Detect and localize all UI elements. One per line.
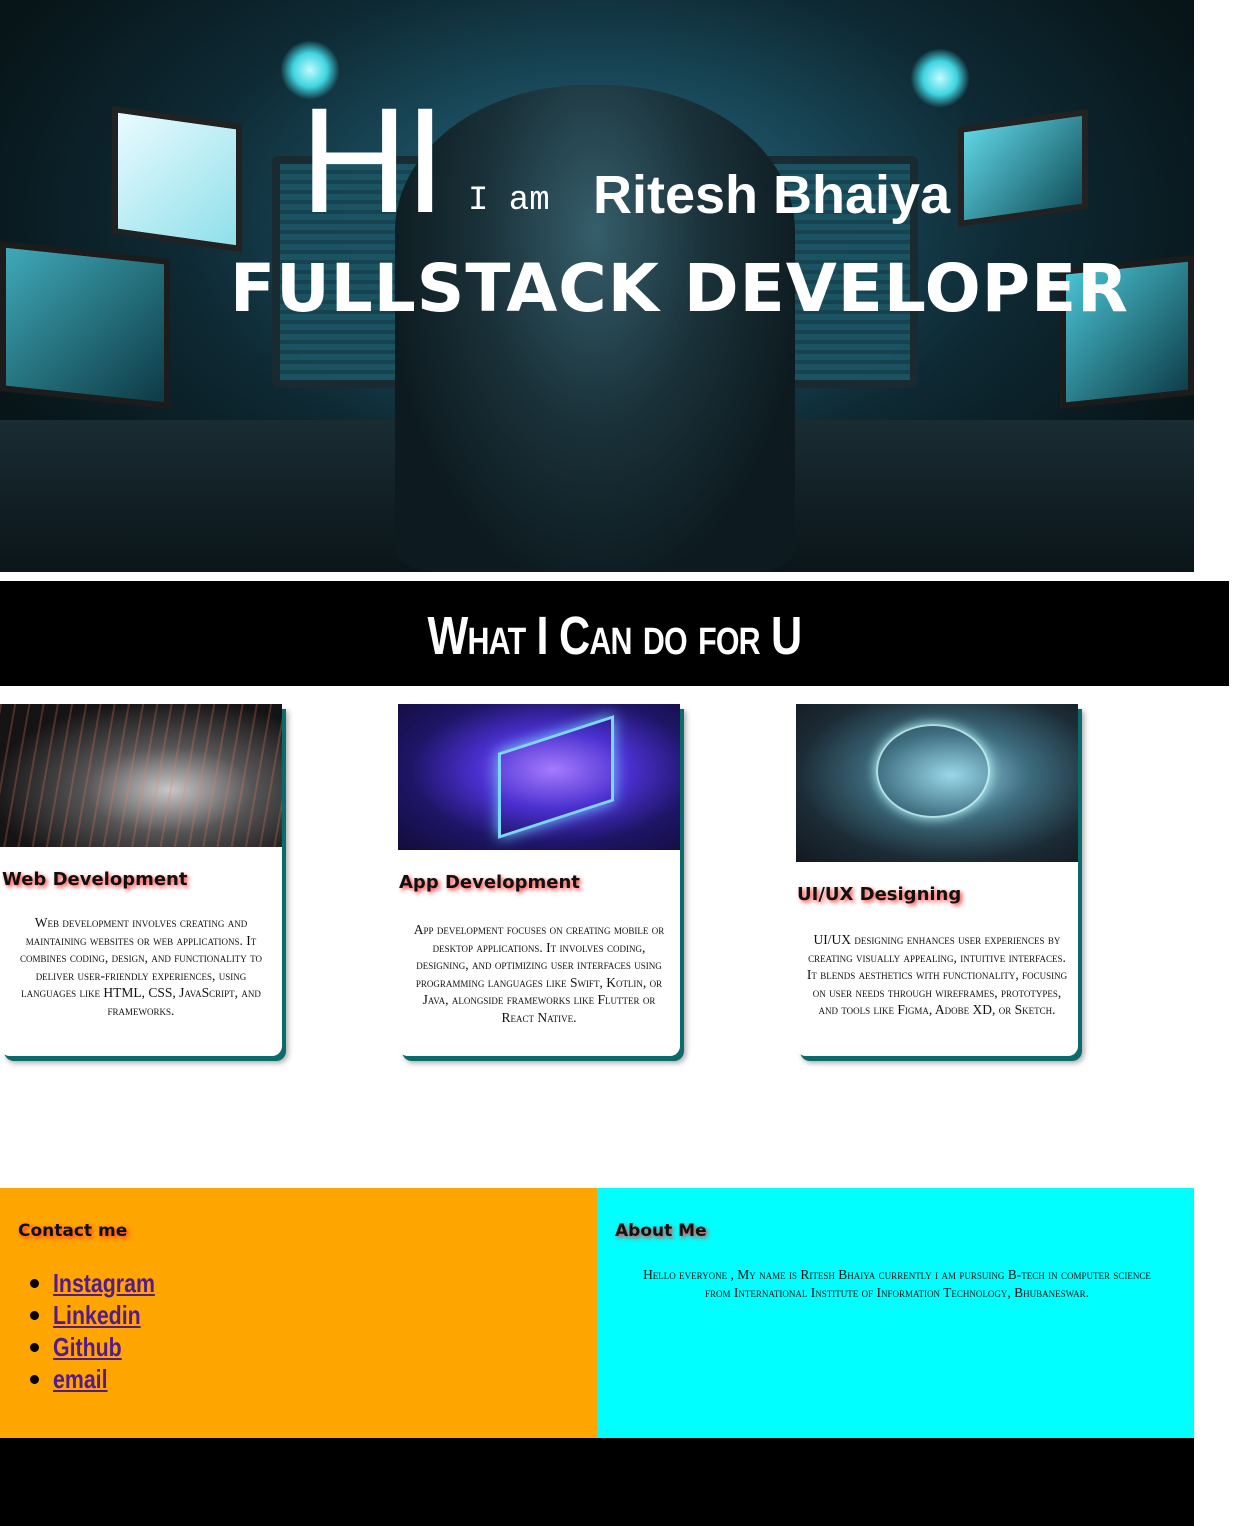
service-card-description: App development focuses on creating mobi… [413, 922, 665, 1025]
list-item: Github [30, 1332, 177, 1364]
about-section: About Me Hello everyone , My name is Rit… [597, 1188, 1194, 1438]
hero-banner: HI I am Ritesh Bhaiya FULLSTACK DEVELOPE… [0, 0, 1194, 572]
contact-heading: Contact me [18, 1221, 128, 1241]
about-heading: About Me [615, 1221, 707, 1241]
linkedin-link[interactable]: Linkedin [53, 1300, 141, 1330]
instagram-link[interactable]: Instagram [53, 1268, 155, 1298]
service-card-image [398, 704, 680, 850]
monitor-left-top [112, 105, 242, 253]
services-banner: What I Can do for U [0, 581, 1229, 686]
monitor-left-bottom [0, 241, 170, 409]
email-link[interactable]: email [53, 1364, 108, 1394]
contact-section: Contact me Instagram Linkedin Github ema… [0, 1188, 597, 1438]
service-card-title: App Development [399, 872, 580, 893]
service-card-description: UI/UX designing enhances user experience… [806, 932, 1068, 1017]
monitor-right-top [958, 108, 1088, 228]
services-title: What I Can do for U [427, 606, 803, 666]
hero-greeting: HI [300, 76, 446, 244]
service-card-app: App Development App development focuses … [398, 704, 680, 1056]
about-text: Hello everyone , My name is Ritesh Bhaiy… [643, 1267, 1151, 1300]
list-item: email [30, 1364, 177, 1396]
service-card-uiux: UI/UX Designing UI/UX designing enhances… [796, 704, 1078, 1056]
service-card-image [0, 704, 282, 847]
service-card-title: Web Development [2, 869, 188, 890]
hero-name: Ritesh Bhaiya [593, 165, 951, 225]
service-card-web: Web Development Web development involves… [0, 704, 282, 1056]
contact-links: Instagram Linkedin Github email [30, 1268, 177, 1396]
footer [0, 1438, 1194, 1526]
service-card-image [796, 704, 1078, 862]
github-link[interactable]: Github [53, 1332, 122, 1362]
service-card-description: Web development involves creating and ma… [20, 915, 262, 1018]
list-item: Instagram [30, 1268, 177, 1300]
hero-role: FULLSTACK DEVELOPER [230, 250, 1129, 327]
hero-intro: I am [468, 182, 550, 220]
ceiling-lamp-right [910, 48, 970, 108]
hooded-figure [395, 85, 795, 572]
list-item: Linkedin [30, 1300, 177, 1332]
service-card-title: UI/UX Designing [797, 884, 962, 905]
